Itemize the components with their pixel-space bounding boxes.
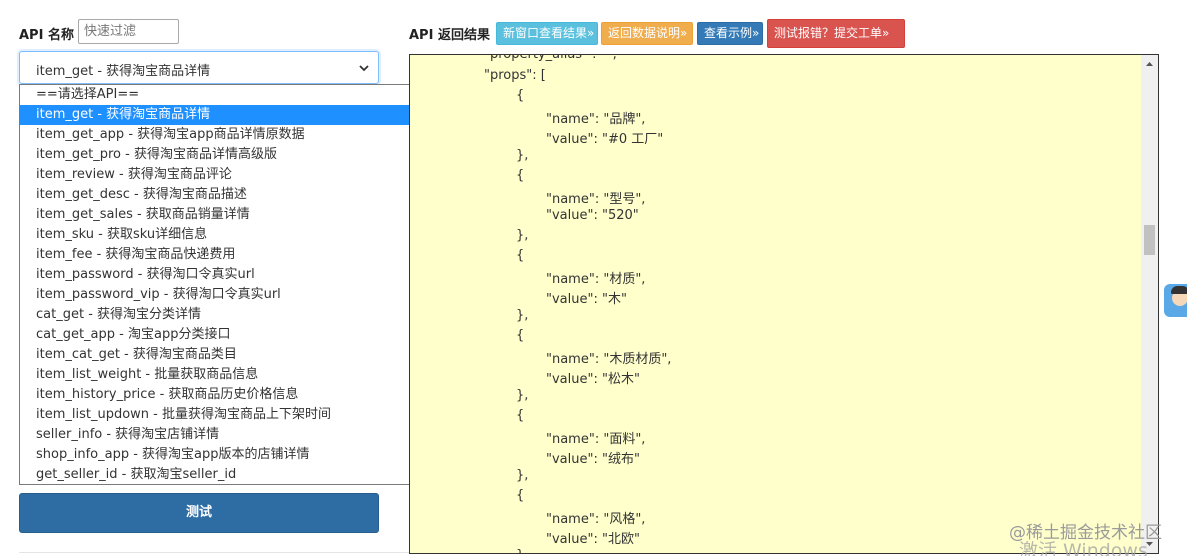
dropdown-option[interactable]: item_review - 获得淘宝商品评论 [20, 165, 416, 185]
dropdown-option[interactable]: get_seller_id - 获取淘宝seller_id [20, 465, 416, 484]
dropdown-option[interactable]: item_get - 获得淘宝商品详情 [20, 105, 416, 125]
json-line: { [516, 408, 525, 423]
api-result-label: API 返回结果 [409, 28, 490, 43]
json-line: "name": "风格", [546, 512, 646, 527]
json-line: "property_alias" : "", [484, 54, 617, 62]
dropdown-option[interactable]: cat_get - 获得淘宝分类详情 [20, 305, 416, 325]
dropdown-option[interactable]: item_password_vip - 获得淘口令真实url [20, 285, 416, 305]
json-line: "value": "北欧" [546, 532, 640, 547]
json-line: "value": "绒布" [546, 452, 640, 467]
json-line: "name": "材质", [546, 272, 646, 287]
watermark-activate-windows: 激活 Windows [1019, 540, 1148, 556]
json-line: }, [516, 148, 529, 163]
json-line: "value": "松木" [546, 372, 640, 387]
dropdown-options: ==请选择API== item_get - 获得淘宝商品详情 item_get_ap… [20, 85, 416, 484]
dropdown-option[interactable]: item_fee - 获得淘宝商品快递费用 [20, 245, 416, 265]
scroll-up-icon[interactable] [1145, 60, 1154, 69]
api-dropdown-list[interactable]: ==请选择API== item_get - 获得淘宝商品详情 item_get_ap… [19, 84, 433, 485]
json-line: "name": "面料", [546, 432, 646, 447]
avatar-hair [1171, 286, 1187, 294]
dropdown-option[interactable]: item_list_updown - 批量获得淘宝商品上下架时间 [20, 405, 416, 425]
dropdown-option[interactable]: item_cat_get - 获得淘宝商品类目 [20, 345, 416, 365]
json-line: { [516, 488, 525, 503]
json-line: { [516, 248, 525, 263]
json-line: }, [516, 228, 529, 243]
api-select[interactable]: item_get - 获得淘宝商品详情 [19, 51, 379, 84]
dropdown-option[interactable]: item_get_sales - 获取商品销量详情 [20, 205, 416, 225]
json-line: "name": "品牌", [546, 112, 646, 127]
view-example-button[interactable]: 查看示例» [697, 22, 763, 45]
test-button[interactable]: 测试 [19, 493, 379, 533]
divider [19, 552, 409, 553]
dropdown-option[interactable]: item_sku - 获取sku详细信息 [20, 225, 416, 245]
result-panel[interactable]: "property_alias" : "", "props": [ { "name":… [409, 54, 1159, 554]
dropdown-option[interactable]: item_get_app - 获得淘宝app商品详情原数据 [20, 125, 416, 145]
json-line: { [516, 88, 525, 103]
dropdown-option[interactable]: shop_info_app - 获得淘宝app版本的店铺详情 [20, 445, 416, 465]
json-line: }, [516, 548, 528, 553]
result-scrollbar[interactable] [1141, 55, 1158, 553]
dropdown-option[interactable]: seller_info - 获得淘宝店铺详情 [20, 425, 416, 445]
dropdown-option[interactable]: ==请选择API== [20, 85, 416, 105]
dropdown-option[interactable]: item_get_desc - 获得淘宝商品描述 [20, 185, 416, 205]
json-line: "value": "木" [546, 292, 627, 307]
report-error-button[interactable]: 测试报错？提交工单» [767, 19, 905, 48]
json-line: }, [516, 308, 529, 323]
dropdown-option[interactable]: item_history_price - 获取商品历史价格信息 [20, 385, 416, 405]
new-window-button[interactable]: 新窗口查看结果» [496, 22, 598, 45]
chevron-down-icon [359, 65, 369, 72]
json-line: }, [516, 388, 529, 403]
scrollbar-thumb[interactable] [1144, 225, 1155, 255]
json-line: "name": "型号", [546, 192, 646, 207]
json-line: "value": "520" [546, 208, 639, 223]
json-line: { [516, 168, 525, 183]
dropdown-option[interactable]: item_list_weight - 批量获取商品信息 [20, 365, 416, 385]
json-line: "props": [ [484, 68, 546, 83]
json-line: "name": "木质材质", [546, 352, 672, 367]
json-line: "value": "#0 工厂" [546, 132, 664, 147]
dropdown-option[interactable]: item_password - 获得淘口令真实url [20, 265, 416, 285]
support-avatar-icon[interactable] [1164, 284, 1187, 317]
quick-filter-input[interactable] [78, 19, 179, 44]
json-line: }, [516, 468, 529, 483]
api-name-label: API 名称 [19, 28, 74, 43]
json-line: { [516, 328, 525, 343]
return-doc-button[interactable]: 返回数据说明» [601, 22, 693, 45]
dropdown-option[interactable]: item_get_pro - 获得淘宝商品详情高级版 [20, 145, 416, 165]
api-select-value: item_get - 获得淘宝商品详情 [36, 64, 211, 79]
dropdown-option[interactable]: cat_get_app - 淘宝app分类接口 [20, 325, 416, 345]
